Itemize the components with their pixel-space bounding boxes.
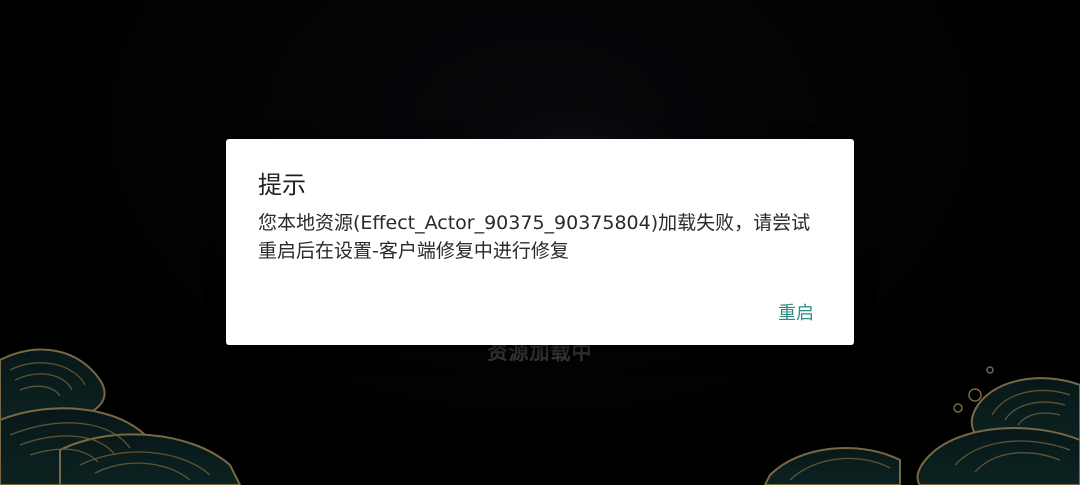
dialog-title: 提示 [258,171,306,199]
alert-dialog: 提示 您本地资源(Effect_Actor_90375_90375804)加载失… [226,139,854,345]
app-screen: 资源加载中 提示 您本地资源(Effect_Actor_90375_903758… [0,0,1080,485]
restart-button[interactable]: 重启 [770,293,822,331]
dialog-message: 您本地资源(Effect_Actor_90375_90375804)加载失败，请… [258,212,811,262]
